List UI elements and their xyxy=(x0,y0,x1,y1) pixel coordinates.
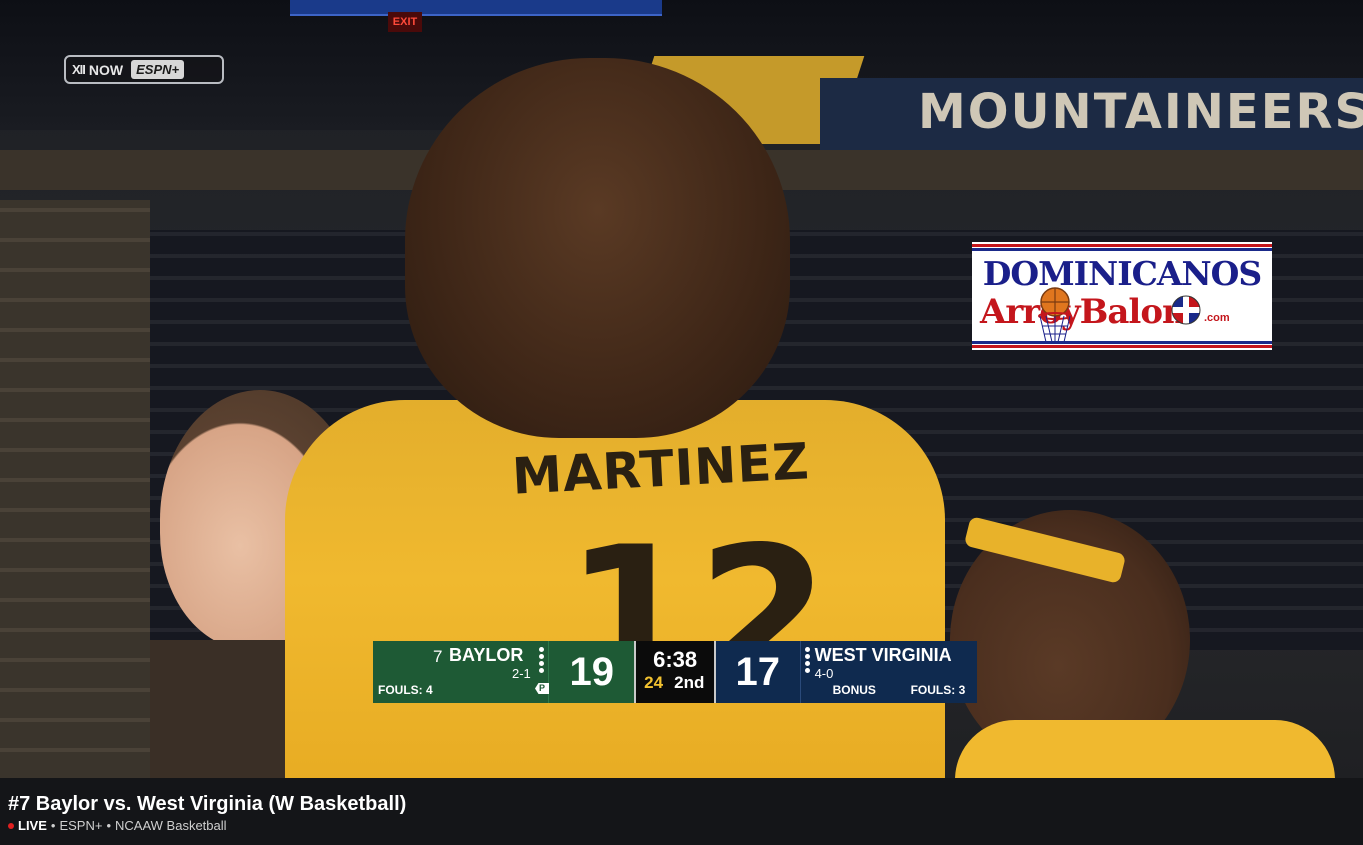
exit-sign: EXIT xyxy=(388,12,422,32)
basketball-hoop-icon xyxy=(1038,287,1072,343)
stream-network: ESPN+ xyxy=(59,818,103,833)
home-team-name: WEST VIRGINIA xyxy=(814,645,952,665)
live-dot-icon xyxy=(8,822,14,829)
live-label: LIVE xyxy=(18,818,47,833)
espn-plus-logo-icon: ESPN+ xyxy=(131,60,185,79)
stream-league: NCAAW Basketball xyxy=(115,818,227,833)
badge-now-label: NOW xyxy=(88,61,124,78)
meta-separator: • xyxy=(106,818,112,833)
away-team-name: BAYLOR xyxy=(449,645,524,665)
home-bonus-indicator: BONUS xyxy=(832,683,876,697)
logo-stripe-top xyxy=(972,244,1272,247)
stream-title: #7 Baylor vs. West Virginia (W Basketbal… xyxy=(8,793,407,815)
away-team-panel: 7 BAYLOR 2-1 FOULS: 4 P xyxy=(373,641,549,703)
away-team-score: 19 xyxy=(548,641,635,703)
away-team-fouls: FOULS: 4 xyxy=(378,683,433,697)
network-badge: XII NOW ESPN+ xyxy=(64,55,224,84)
player-main-hair xyxy=(405,58,790,438)
home-team-fouls: FOULS: 3 xyxy=(910,683,966,697)
logo-stripe-bottom-blue xyxy=(972,341,1272,344)
possession-arrow-icon: P xyxy=(535,683,549,694)
home-team-record: 4-0 xyxy=(814,666,834,681)
away-team-rank: 7 xyxy=(433,647,443,666)
logo-suffix: .com xyxy=(1204,312,1230,324)
dominican-flag-ball-icon xyxy=(1171,295,1201,325)
logo-line2: ArroyBalon xyxy=(980,292,1187,332)
arena-scoreboard xyxy=(290,0,662,16)
shot-clock: 24 xyxy=(644,673,664,692)
arena-stairs xyxy=(0,200,150,778)
logo-stripe-bottom xyxy=(972,345,1272,348)
logo-line1: DOMINICANOS xyxy=(982,254,1263,293)
game-clock: 6:38 xyxy=(653,647,698,672)
home-team-panel: WEST VIRGINIA 4-0 BONUS FOULS: 3 xyxy=(800,641,977,703)
home-timeouts-icon xyxy=(804,647,810,673)
away-team-record: 2-1 xyxy=(512,666,531,681)
arena-banner-text: MOUNTAINEERS xyxy=(918,84,1363,140)
game-period: 2nd xyxy=(674,673,705,692)
video-player[interactable]: EXIT MOUNTAINEERS MARTINEZ 12 XII NOW ES… xyxy=(0,0,1363,778)
home-team-score: 17 xyxy=(715,641,801,703)
away-timeouts-icon xyxy=(539,647,544,673)
stream-meta: LIVE • ESPN+ • NCAAW Basketball xyxy=(8,818,227,833)
player-right-body xyxy=(955,720,1335,778)
logo-stripe-top-blue xyxy=(972,248,1272,251)
watermark-logo: DOMINICANOS ArroyBalon .com xyxy=(972,242,1272,350)
meta-separator: • xyxy=(50,818,56,833)
big12-logo-icon: XII xyxy=(72,62,86,77)
game-clock-panel: 6:38 24 2nd xyxy=(634,641,716,703)
scorebug: 7 BAYLOR 2-1 FOULS: 4 P 19 6:38 24 2nd 1… xyxy=(373,641,977,703)
